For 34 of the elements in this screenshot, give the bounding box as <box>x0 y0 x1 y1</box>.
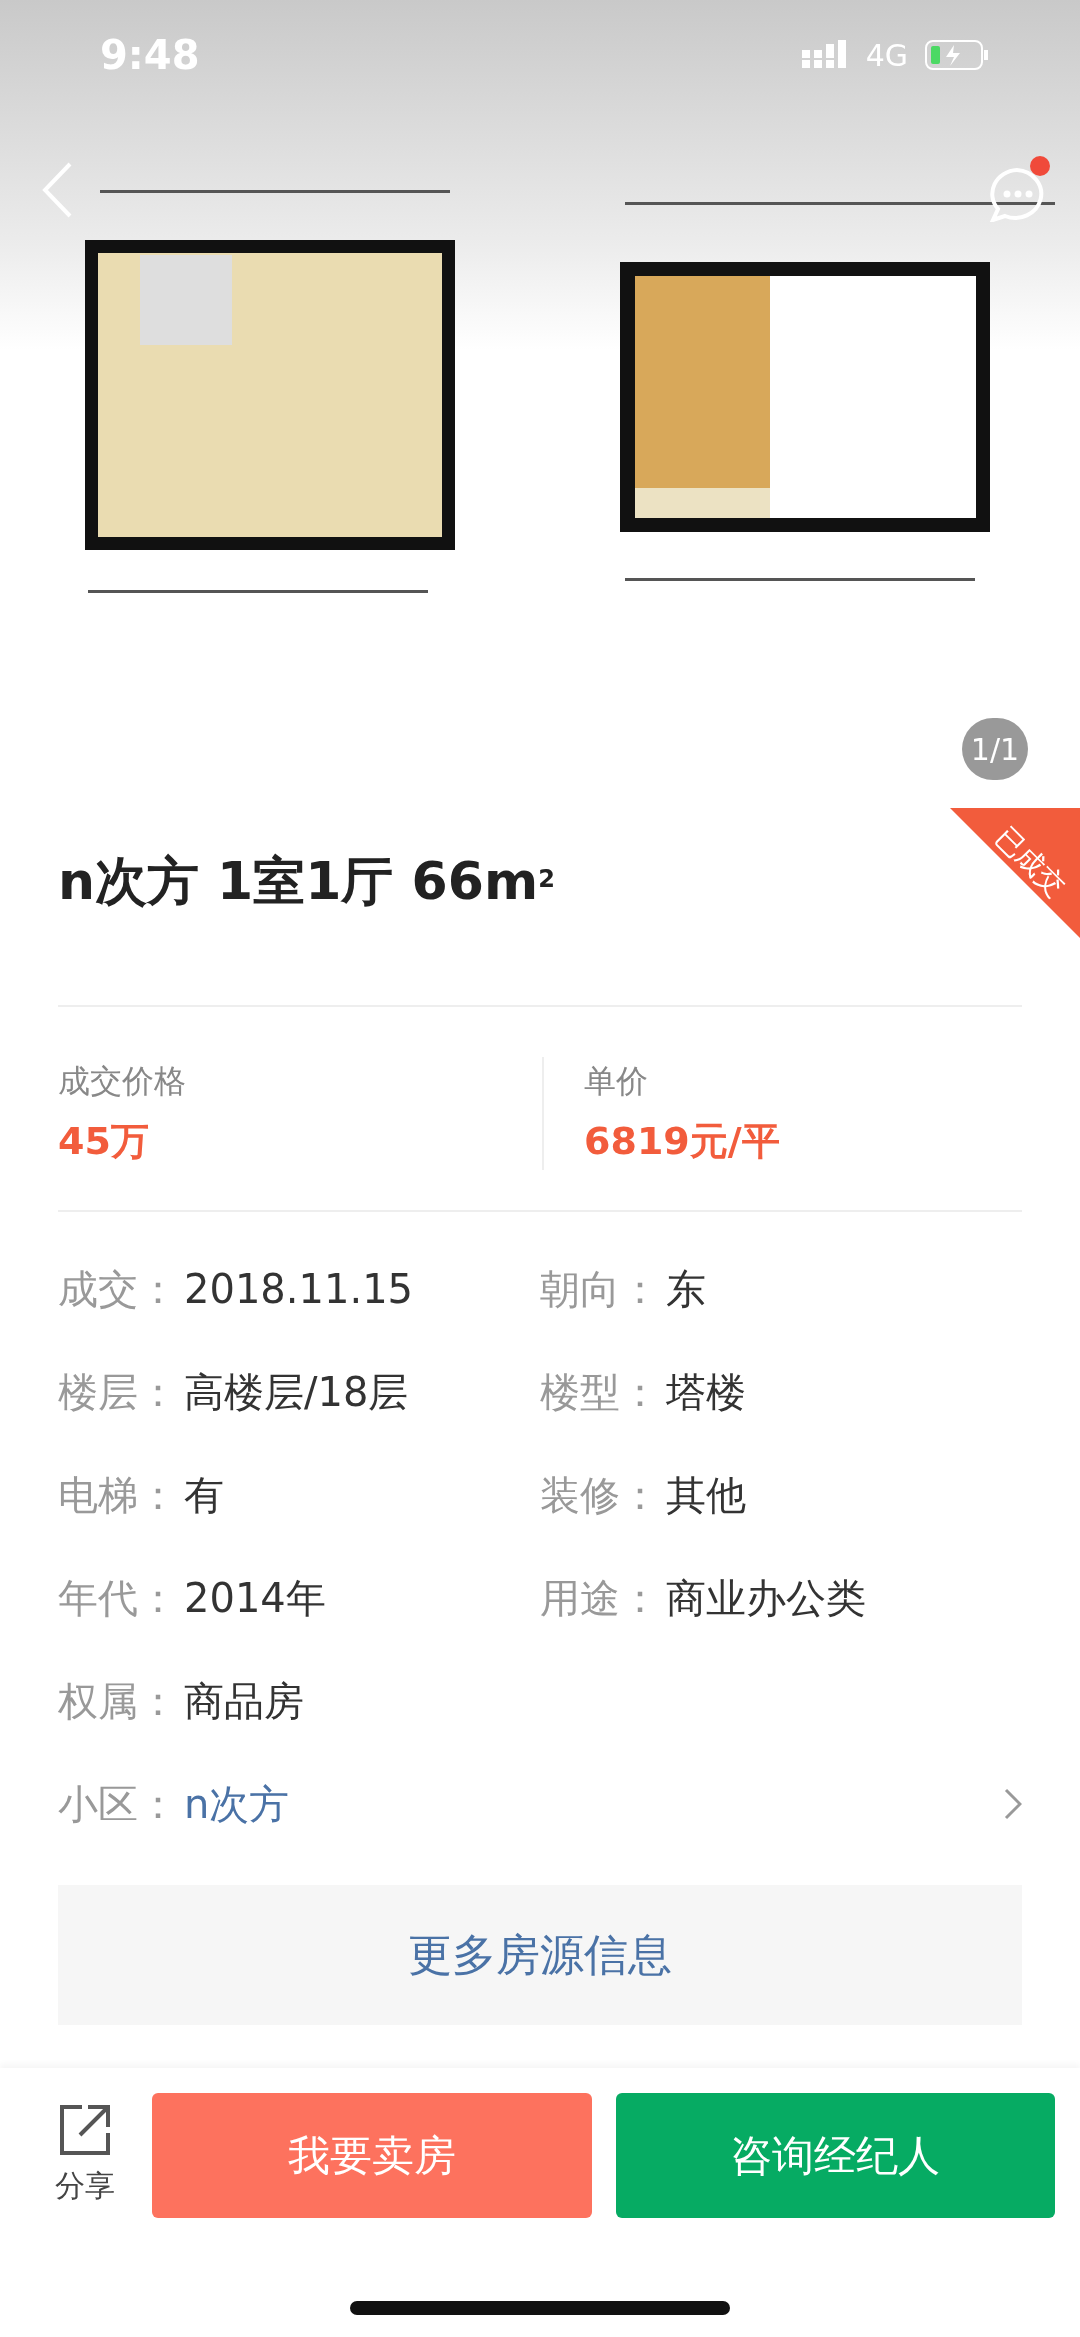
detail-value: 有 <box>184 1470 224 1520</box>
share-icon[interactable] <box>58 2103 112 2157</box>
more-info-button[interactable]: 更多房源信息 <box>58 1885 1022 2025</box>
detail-label: 权属： <box>58 1676 178 1726</box>
sell-button[interactable]: 我要卖房 <box>152 2093 592 2218</box>
detail-value: 商品房 <box>184 1676 304 1726</box>
price-label: 单价 <box>584 1061 649 1102</box>
detail-value: 东 <box>666 1264 706 1314</box>
detail-label: 年代： <box>58 1573 178 1623</box>
price-label: 成交价格 <box>58 1061 187 1102</box>
contact-agent-button[interactable]: 咨询经纪人 <box>615 2093 1055 2218</box>
price-value: 45万 <box>58 1118 150 1165</box>
price-value: 6819元/平 <box>584 1118 780 1165</box>
detail-label: 楼型： <box>540 1367 660 1417</box>
battery-icon <box>924 39 990 71</box>
detail-label: 小区： <box>58 1779 178 1829</box>
detail-label: 电梯： <box>58 1470 178 1520</box>
chevron-right-icon[interactable] <box>1004 1787 1022 1820</box>
detail-label: 装修： <box>540 1470 660 1520</box>
sold-label: 已成交 <box>990 822 1070 902</box>
detail-value: 塔楼 <box>666 1367 746 1417</box>
detail-value: 高楼层/18层 <box>184 1367 409 1417</box>
image-pager: 1/1 <box>962 718 1028 780</box>
detail-label: 朝向： <box>540 1264 660 1314</box>
detail-value: 其他 <box>666 1470 746 1520</box>
detail-label: 用途： <box>540 1573 660 1623</box>
community-link[interactable]: n次方 <box>184 1773 290 1834</box>
share-label[interactable]: 分享 <box>55 2163 115 2208</box>
listing-title: n次方 1室1厅 66m$^{2}$ <box>58 850 556 913</box>
detail-label: 成交： <box>58 1264 178 1314</box>
detail-value: 商业办公类 <box>666 1573 866 1623</box>
detail-value: 2018.11.15 <box>184 1264 414 1314</box>
detail-value: 2014年 <box>184 1573 326 1623</box>
detail-label: 楼层： <box>58 1367 178 1417</box>
